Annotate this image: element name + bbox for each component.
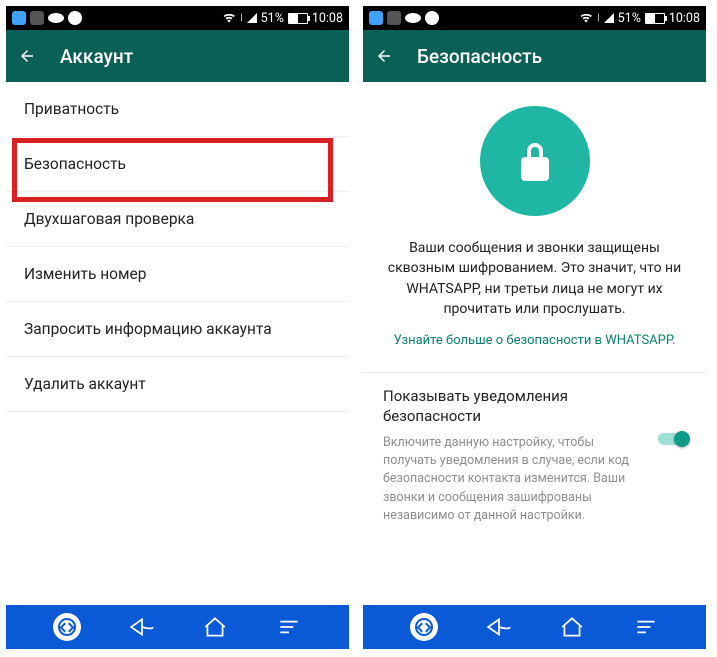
page-title: Безопасность [417, 45, 542, 68]
app-tray-icon-2 [30, 11, 44, 25]
sim-signal-icon-1: | [240, 13, 242, 23]
home-nav-icon[interactable] [202, 614, 228, 640]
setting-title: Показывать уведомления безопасности [383, 387, 686, 426]
lock-circle-icon [480, 106, 590, 216]
teamviewer-icon [68, 11, 82, 25]
sim-signal-icon-2 [247, 13, 257, 23]
back-arrow-icon[interactable] [375, 47, 393, 65]
page-title: Аккаунт [60, 45, 133, 68]
battery-percent: 51% [618, 11, 641, 26]
phone-left: | 51% 10:08 Аккаунт Приватность Безопасн… [6, 6, 349, 649]
list-item-privacy[interactable]: Приватность [6, 82, 349, 137]
recent-nav-icon[interactable] [633, 614, 659, 640]
battery-icon [645, 13, 665, 24]
recent-nav-icon[interactable] [276, 614, 302, 640]
home-nav-icon[interactable] [559, 614, 585, 640]
account-list: Приватность Безопасность Двухшаговая про… [6, 82, 349, 605]
back-nav-icon[interactable] [129, 614, 155, 640]
eye-icon [405, 13, 421, 23]
list-item-change-number[interactable]: Изменить номер [6, 247, 349, 302]
security-content: Ваши сообщения и звонки защищены сквозны… [363, 82, 706, 605]
status-bar: | 51% 10:08 [6, 6, 349, 30]
list-item-delete-account[interactable]: Удалить аккаунт [6, 357, 349, 412]
battery-icon [288, 13, 308, 24]
lock-icon [511, 137, 559, 185]
battery-percent: 51% [261, 11, 284, 26]
back-nav-icon[interactable] [486, 614, 512, 640]
sim-signal-icon-1: | [597, 13, 599, 23]
nav-bar [363, 605, 706, 649]
encryption-description: Ваши сообщения и звонки защищены сквозны… [385, 238, 684, 319]
setting-subtitle: Включите данную настройку, чтобы получат… [383, 434, 686, 525]
learn-more-link[interactable]: Узнайте больше о безопасности в WHATSAPP… [385, 333, 684, 348]
security-notifications-setting[interactable]: Показывать уведомления безопасности Вклю… [363, 373, 706, 525]
app-tray-icon-2 [387, 11, 401, 25]
eye-icon [48, 13, 64, 23]
app-header: Аккаунт [6, 30, 349, 82]
clock: 10:08 [312, 11, 343, 26]
teamviewer-nav-icon[interactable] [53, 613, 81, 641]
teamviewer-icon [425, 11, 439, 25]
teamviewer-nav-icon[interactable] [410, 613, 438, 641]
sim-signal-icon-2 [604, 13, 614, 23]
app-tray-icon-1 [369, 11, 383, 25]
app-header: Безопасность [363, 30, 706, 82]
clock: 10:08 [669, 11, 700, 26]
status-bar: | 51% 10:08 [363, 6, 706, 30]
wifi-icon [222, 11, 236, 25]
list-item-two-step[interactable]: Двухшаговая проверка [6, 192, 349, 247]
app-tray-icon-1 [12, 11, 26, 25]
list-item-request-info[interactable]: Запросить информацию аккаунта [6, 302, 349, 357]
list-item-security[interactable]: Безопасность [6, 137, 349, 192]
phone-right: | 51% 10:08 Безопасность Ваши сообщения … [363, 6, 706, 649]
back-arrow-icon[interactable] [18, 47, 36, 65]
nav-bar [6, 605, 349, 649]
notifications-toggle[interactable] [658, 431, 690, 445]
wifi-icon [579, 11, 593, 25]
